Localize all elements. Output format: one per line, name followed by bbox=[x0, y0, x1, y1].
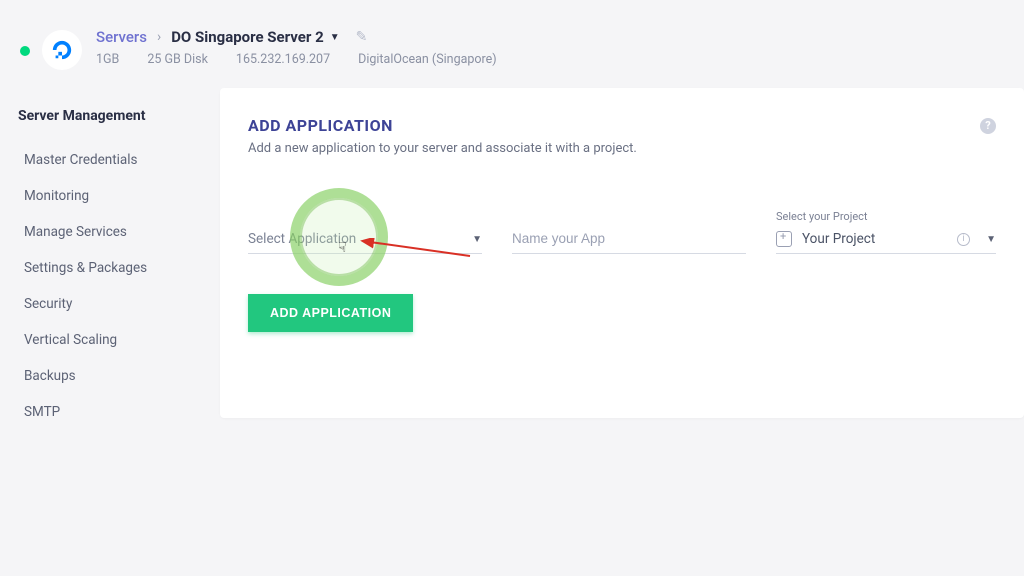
server-name: DO Singapore Server 2 bbox=[171, 28, 324, 46]
server-status-indicator bbox=[20, 46, 30, 56]
sidebar: Server Management Master Credentials Mon… bbox=[0, 88, 220, 430]
sidebar-item-vertical-scaling[interactable]: Vertical Scaling bbox=[18, 322, 202, 358]
page-header: Servers › DO Singapore Server 2 ▼ ✎ 1GB … bbox=[0, 0, 1024, 88]
sidebar-item-smtp[interactable]: SMTP bbox=[18, 394, 202, 430]
server-ram: 1GB bbox=[96, 52, 119, 67]
page-subtitle: Add a new application to your server and… bbox=[248, 141, 996, 156]
server-ip: 165.232.169.207 bbox=[236, 52, 330, 67]
server-provider: DigitalOcean (Singapore) bbox=[358, 52, 497, 67]
server-meta: 1GB 25 GB Disk 165.232.169.207 DigitalOc… bbox=[96, 52, 1004, 67]
caret-down-icon: ▼ bbox=[330, 32, 340, 43]
sidebar-item-master-credentials[interactable]: Master Credentials bbox=[18, 142, 202, 178]
sidebar-item-backups[interactable]: Backups bbox=[18, 358, 202, 394]
breadcrumb-root-link[interactable]: Servers bbox=[96, 28, 147, 46]
sidebar-item-monitoring[interactable]: Monitoring bbox=[18, 178, 202, 214]
caret-down-icon: ▼ bbox=[986, 234, 996, 245]
app-name-input[interactable] bbox=[512, 231, 746, 246]
page-title: ADD APPLICATION bbox=[248, 116, 393, 135]
select-application-placeholder: Select Application bbox=[248, 231, 356, 247]
add-application-button[interactable]: ADD APPLICATION bbox=[248, 294, 413, 332]
select-application-field[interactable]: Select Application ▼ bbox=[248, 231, 482, 254]
project-label: Select your Project bbox=[776, 210, 996, 223]
edit-icon[interactable]: ✎ bbox=[356, 29, 368, 45]
project-icon bbox=[776, 231, 792, 247]
caret-down-icon: ▼ bbox=[472, 234, 482, 245]
sidebar-item-settings-packages[interactable]: Settings & Packages bbox=[18, 250, 202, 286]
sidebar-title: Server Management bbox=[18, 108, 202, 124]
help-icon[interactable]: ? bbox=[980, 118, 996, 134]
info-icon[interactable]: i bbox=[957, 233, 970, 246]
digitalocean-icon bbox=[51, 39, 73, 61]
form-row: Select Application ▼ Select your Project… bbox=[248, 210, 996, 254]
project-field[interactable]: Select your Project Your Project i ▼ bbox=[776, 210, 996, 254]
breadcrumb-current[interactable]: DO Singapore Server 2 ▼ bbox=[171, 28, 339, 46]
server-disk: 25 GB Disk bbox=[147, 52, 208, 67]
breadcrumb: Servers › DO Singapore Server 2 ▼ ✎ bbox=[96, 28, 1004, 46]
breadcrumb-separator: › bbox=[157, 29, 161, 45]
provider-logo bbox=[42, 30, 82, 70]
sidebar-item-security[interactable]: Security bbox=[18, 286, 202, 322]
main-card: ADD APPLICATION ? Add a new application … bbox=[220, 88, 1024, 418]
sidebar-item-manage-services[interactable]: Manage Services bbox=[18, 214, 202, 250]
app-name-field[interactable] bbox=[512, 228, 746, 254]
project-value: Your Project bbox=[802, 231, 947, 247]
